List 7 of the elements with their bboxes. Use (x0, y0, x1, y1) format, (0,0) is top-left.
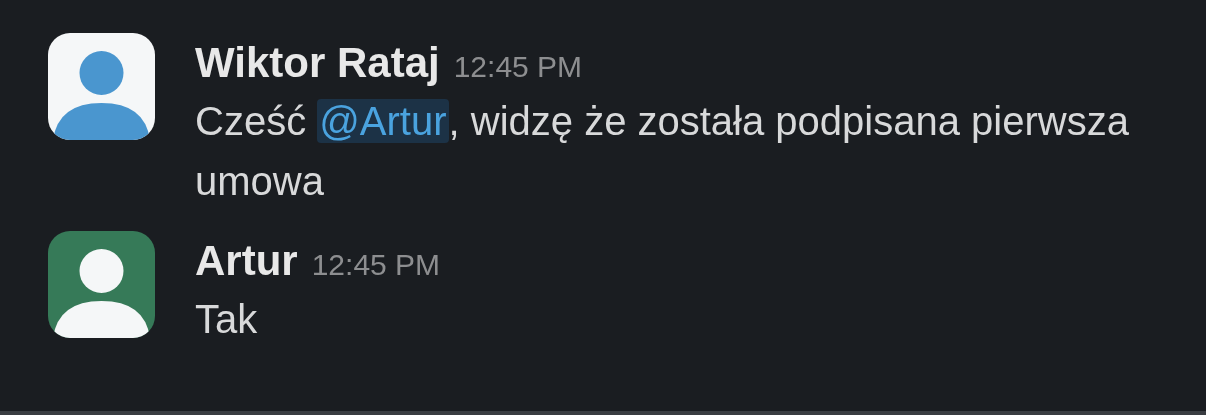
author-name[interactable]: Artur (195, 237, 298, 285)
message-time: 12:45 PM (311, 248, 441, 282)
mention-link[interactable]: @Artur (317, 99, 449, 143)
message-text: Tak (195, 296, 259, 343)
message-text: Cześć @Artur, widzę że została podpisana pierwsza umowa (195, 98, 1130, 205)
message-time: 12:45 PM (453, 50, 583, 84)
author-name[interactable]: Wiktor Rataj (195, 39, 440, 87)
